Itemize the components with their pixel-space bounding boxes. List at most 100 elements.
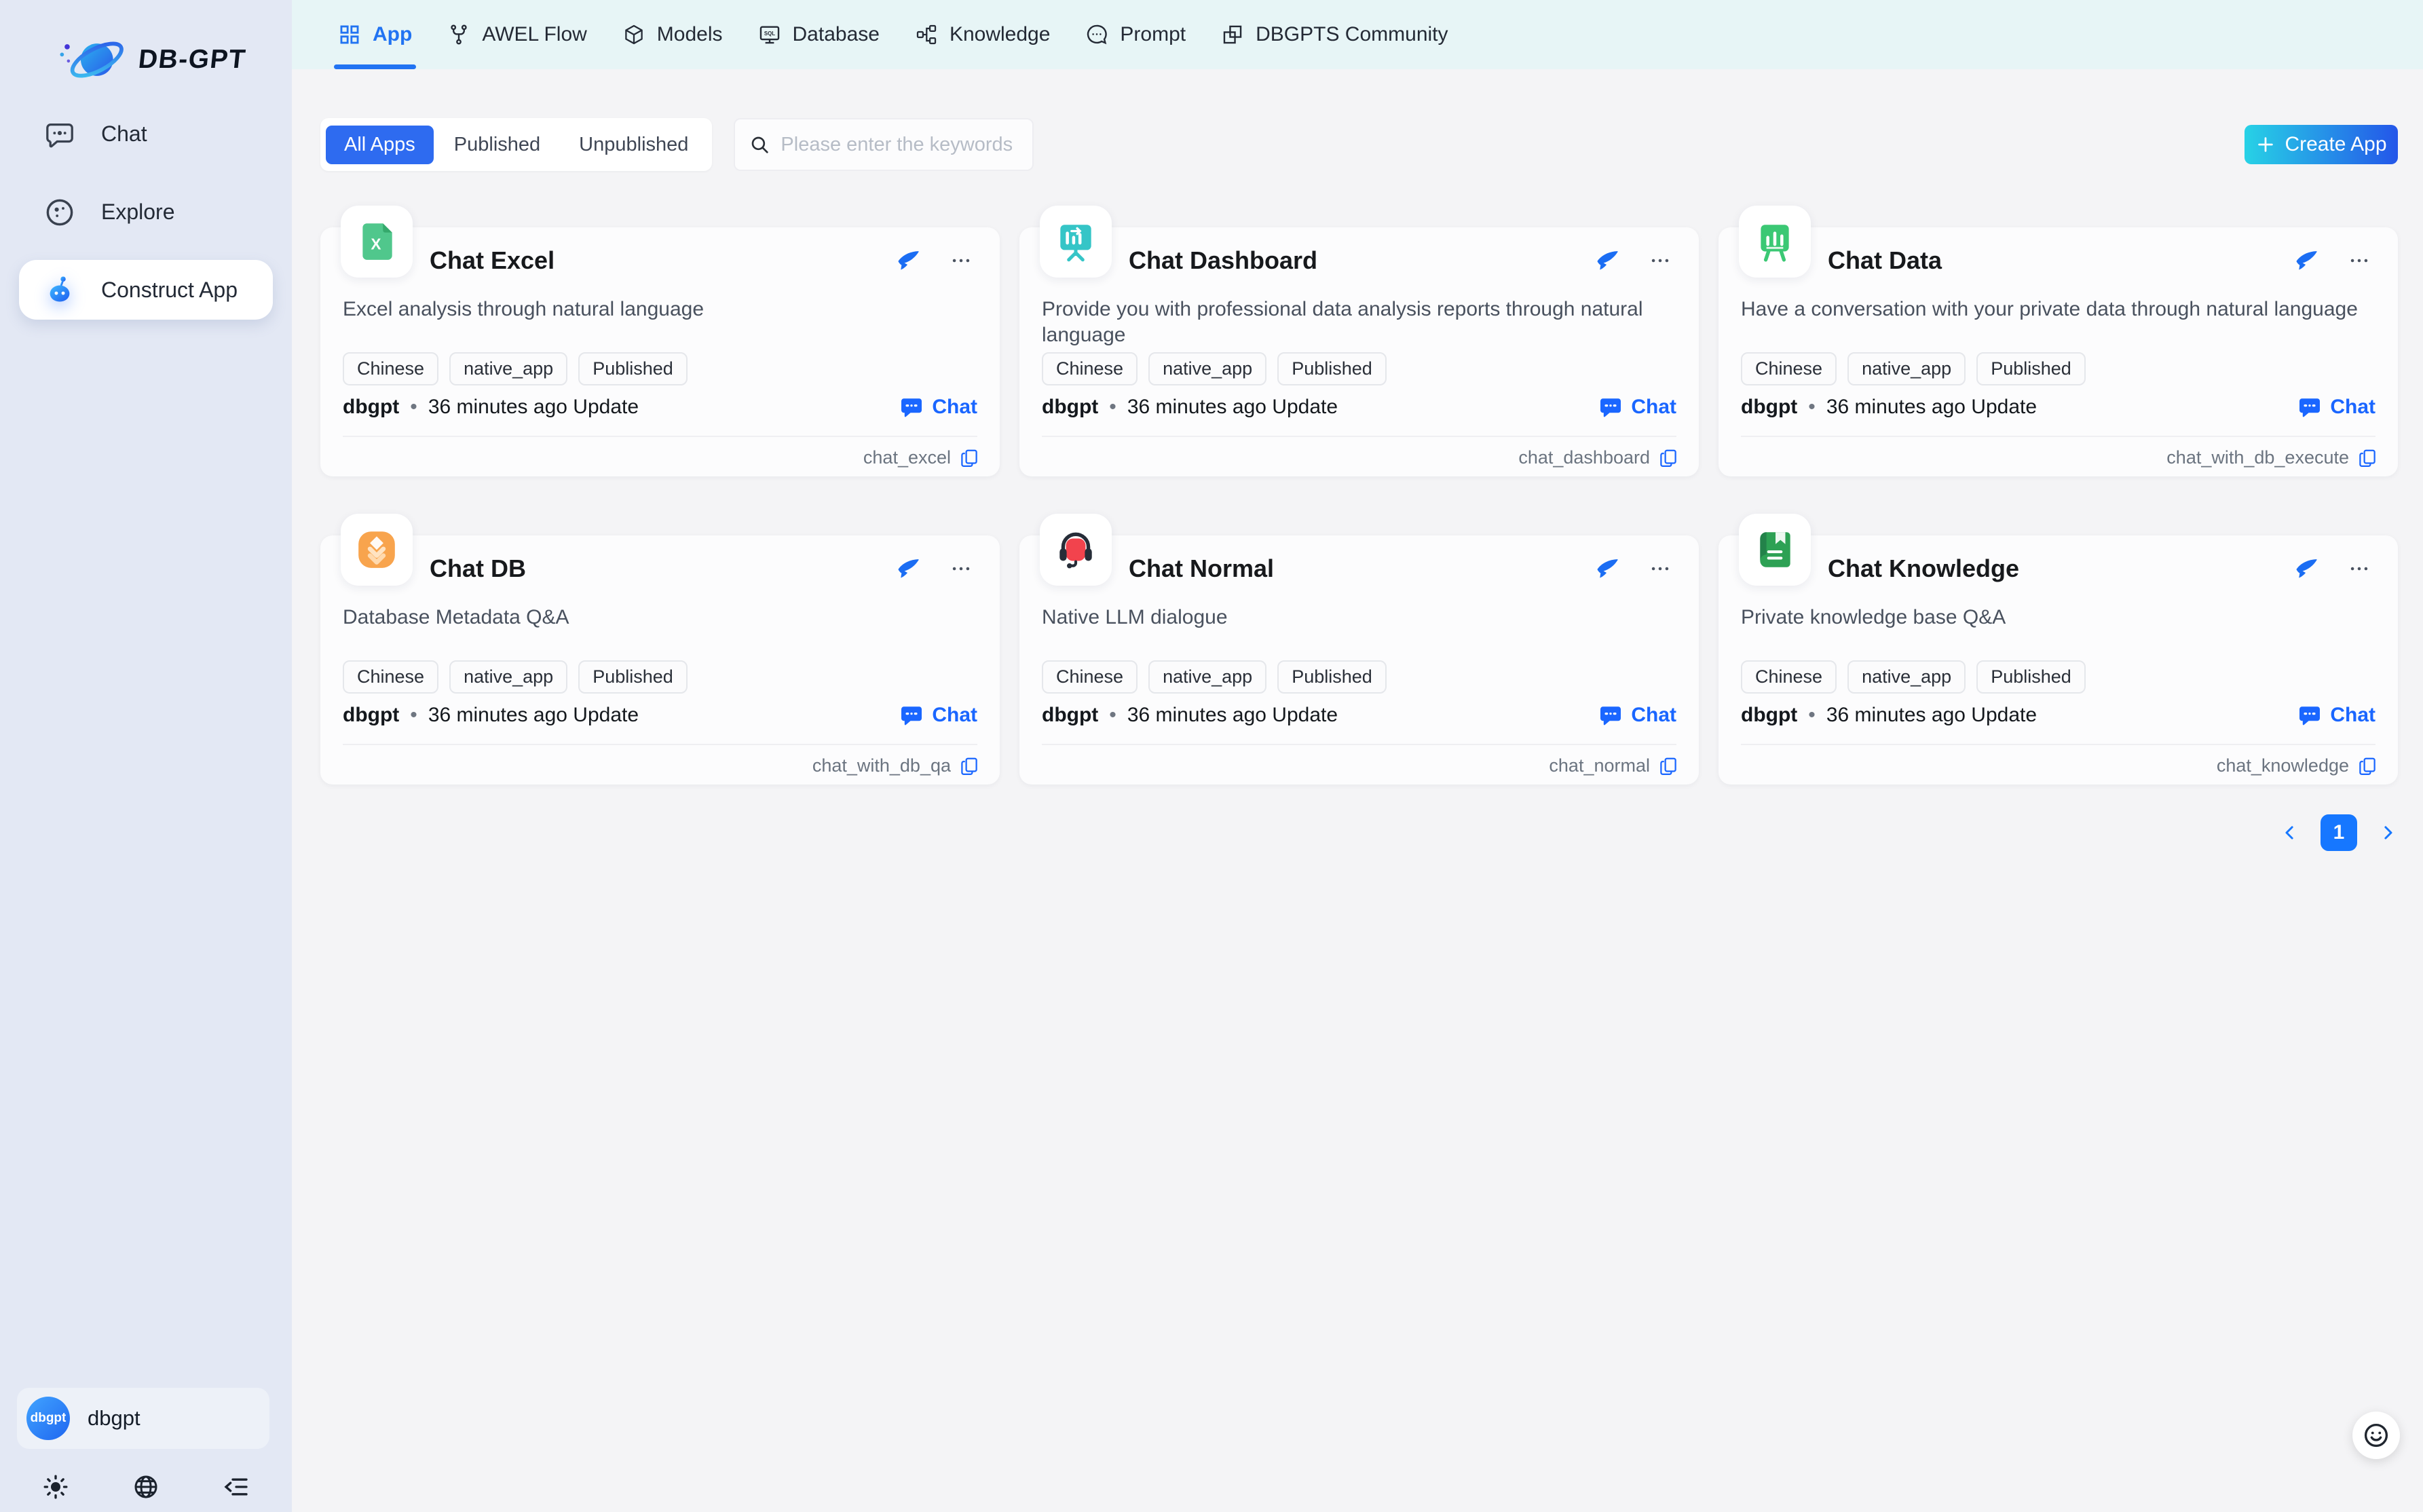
app-icon-tile (341, 514, 413, 586)
cube-icon (622, 23, 645, 46)
ellipsis-icon[interactable] (2348, 557, 2371, 580)
copy-icon[interactable] (2357, 448, 2378, 468)
ellipsis-icon[interactable] (950, 557, 973, 580)
share-wing-icon[interactable] (1594, 248, 1620, 273)
tag-pill: native_app (1847, 660, 1966, 694)
share-wing-icon[interactable] (1594, 556, 1620, 582)
copy-icon[interactable] (1658, 756, 1678, 776)
filter-tab[interactable]: All Apps (326, 126, 434, 164)
meta-separator: • (410, 396, 417, 419)
meta-separator: • (1109, 704, 1116, 727)
sidebar-item-label: Explore (101, 200, 175, 225)
sidebar-item[interactable]: Explore (0, 173, 292, 251)
theme-sun-icon[interactable] (42, 1473, 69, 1500)
card-divider (1741, 436, 2375, 437)
app-card[interactable]: Chat Knowledge Private knowledge base Q&… (1718, 535, 2398, 785)
search-input[interactable] (781, 134, 1036, 156)
chat-link[interactable]: Chat (2297, 395, 2375, 419)
tag-pill: native_app (1148, 660, 1266, 694)
chat-bubble-filled-icon (899, 703, 924, 727)
sidebar-item[interactable]: Chat (0, 95, 292, 173)
share-wing-icon[interactable] (895, 556, 921, 582)
chat-link[interactable]: Chat (899, 395, 977, 419)
copy-icon[interactable] (1658, 448, 1678, 468)
top-nav-tab[interactable]: Prompt (1068, 0, 1203, 69)
app-card[interactable]: X Chat Excel Excel analysis through natu… (320, 227, 1000, 476)
card-meta: dbgpt • 36 minutes ago Update Chat (1741, 701, 2375, 730)
share-wing-icon[interactable] (2293, 556, 2319, 582)
app-card[interactable]: Chat Data Have a conversation with your … (1718, 227, 2398, 476)
card-divider (1042, 744, 1676, 745)
tag-pill: Chinese (1042, 660, 1138, 694)
top-navigation: App AWEL Flow Models SQL Database Knowle… (292, 0, 2423, 69)
smiley-icon (2362, 1421, 2390, 1450)
top-nav-tab[interactable]: Knowledge (897, 0, 1068, 69)
tag-pill: Published (578, 352, 688, 385)
tag-list: Chinese native_app Published (1741, 352, 2086, 385)
chat-bubble-filled-icon (899, 395, 924, 419)
globe-icon[interactable] (132, 1473, 159, 1500)
copy-icon[interactable] (2357, 756, 2378, 776)
tag-list: Chinese native_app Published (343, 660, 688, 694)
meta-separator: • (410, 704, 417, 727)
sidebar-item-label: Chat (101, 121, 147, 147)
share-wing-icon[interactable] (2293, 248, 2319, 273)
copy-icon[interactable] (959, 756, 979, 776)
tag-list: Chinese native_app Published (1042, 660, 1387, 694)
top-nav-tab-label: Models (657, 23, 723, 46)
chat-bubble-filled-icon (2297, 703, 2322, 727)
ellipsis-icon[interactable] (2348, 249, 2371, 272)
share-wing-icon[interactable] (895, 248, 921, 273)
top-nav-tab[interactable]: Models (605, 0, 740, 69)
sidebar: DB-GPT Chat Explore Construct App dbgpt … (0, 0, 292, 1512)
search-box[interactable] (734, 118, 1034, 171)
top-nav-tab[interactable]: SQL Database (740, 0, 897, 69)
chat-link[interactable]: Chat (1598, 395, 1676, 419)
scene-code: chat_dashboard (1518, 447, 1650, 468)
tag-pill: Chinese (1042, 352, 1138, 385)
copy-icon[interactable] (959, 448, 979, 468)
svg-text:SQL: SQL (764, 31, 774, 37)
owner-name: dbgpt (343, 396, 399, 419)
owner-name: dbgpt (343, 704, 399, 727)
sidebar-nav: Chat Explore Construct App (0, 95, 292, 328)
filter-tab[interactable]: Unpublished (561, 126, 707, 164)
create-app-button[interactable]: Create App (2244, 125, 2398, 164)
user-profile[interactable]: dbgpt dbgpt (17, 1388, 269, 1449)
collapse-sidebar-icon[interactable] (223, 1473, 250, 1500)
ellipsis-icon[interactable] (950, 249, 973, 272)
flow-branch-icon (447, 23, 470, 46)
page-number-button[interactable]: 1 (2321, 814, 2357, 851)
chat-bubble-filled-icon (2297, 395, 2322, 419)
tag-pill: native_app (1847, 352, 1966, 385)
chat-link[interactable]: Chat (1598, 703, 1676, 727)
chat-link-label: Chat (2330, 396, 2375, 419)
app-card[interactable]: Chat Normal Native LLM dialogue Chinese … (1019, 535, 1699, 785)
top-nav-tab[interactable]: AWEL Flow (430, 0, 604, 69)
filter-tab[interactable]: Published (436, 126, 559, 164)
top-nav-tab[interactable]: App (320, 0, 430, 69)
ellipsis-icon[interactable] (1649, 249, 1672, 272)
chat-link[interactable]: Chat (899, 703, 977, 727)
tag-pill: Published (578, 660, 688, 694)
tag-pill: Chinese (343, 352, 438, 385)
sidebar-item[interactable]: Construct App (19, 260, 273, 320)
chevron-left-icon[interactable] (2280, 823, 2300, 843)
sql-monitor-icon: SQL (758, 23, 781, 46)
app-title: Chat Normal (1129, 554, 1274, 583)
chat-link[interactable]: Chat (2297, 703, 2375, 727)
card-divider (343, 436, 977, 437)
ellipsis-icon[interactable] (1649, 557, 1672, 580)
knowledge-nodes-icon (915, 23, 938, 46)
app-card[interactable]: Chat DB Database Metadata Q&A Chinese na… (320, 535, 1000, 785)
app-card-grid: X Chat Excel Excel analysis through natu… (320, 227, 2398, 785)
card-header: Chat Dashboard (1129, 246, 1672, 275)
app-logo[interactable]: DB-GPT (53, 30, 246, 90)
top-nav-tab[interactable]: DBGPTS Community (1203, 0, 1465, 69)
feedback-fab[interactable] (2352, 1412, 2400, 1459)
tag-list: Chinese native_app Published (1741, 660, 2086, 694)
card-meta: dbgpt • 36 minutes ago Update Chat (1042, 393, 1676, 421)
tag-pill: Chinese (343, 660, 438, 694)
chevron-right-icon[interactable] (2378, 823, 2398, 843)
app-card[interactable]: Chat Dashboard Provide you with professi… (1019, 227, 1699, 476)
